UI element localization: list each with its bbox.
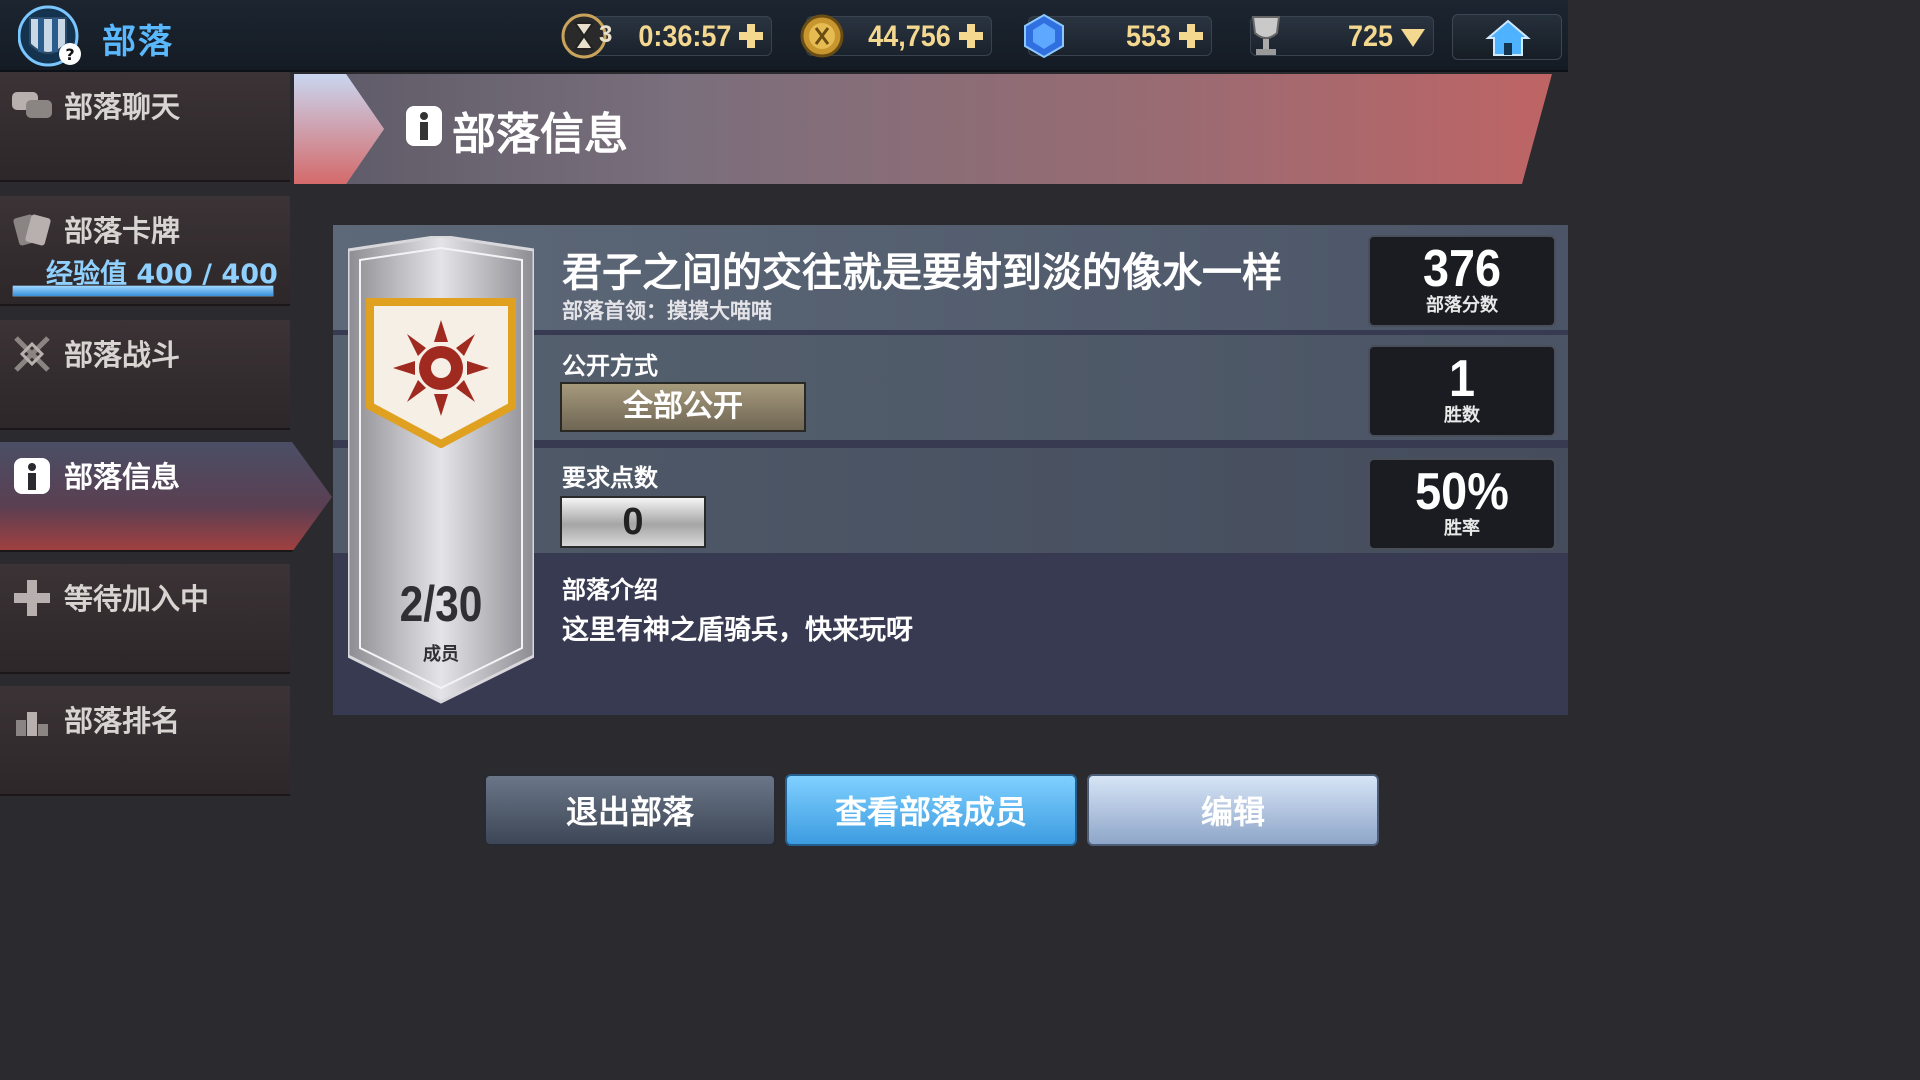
wins-value: 1 xyxy=(1448,350,1476,408)
gold-resource: 44,756 xyxy=(800,14,992,58)
exp-progress-bar xyxy=(12,285,274,297)
sidebar-item-label: 部落卡牌 xyxy=(64,214,181,248)
crossed-swords-icon xyxy=(14,336,50,372)
trophy-value: 725 xyxy=(1347,20,1393,53)
chevron-down-icon[interactable] xyxy=(1399,21,1427,51)
add-time-button[interactable] xyxy=(737,21,765,51)
member-count: 2/30 xyxy=(399,576,483,632)
clan-shield-icon[interactable]: ? xyxy=(18,4,82,68)
svg-text:?: ? xyxy=(65,45,74,64)
sidebar-item-clan-ranking[interactable]: 部落排名 xyxy=(0,686,290,796)
cards-icon xyxy=(13,214,51,246)
exp-progress-fill xyxy=(13,286,273,296)
sidebar-item-clan-battle[interactable]: 部落战斗 xyxy=(0,320,290,430)
sidebar-item-label: 部落战斗 xyxy=(64,338,181,372)
clan-emblem-sun-icon xyxy=(366,298,516,448)
trophy-icon xyxy=(1251,16,1281,55)
gem-resource: 553 xyxy=(1024,13,1212,59)
view-members-button[interactable]: 查看部落成员 xyxy=(785,774,1077,846)
clan-name: 君子之间的交往就是要射到淡的像水一样 xyxy=(562,250,1282,296)
home-button[interactable] xyxy=(1452,14,1562,60)
sidebar-item-pending[interactable]: 等待加入中 xyxy=(0,564,290,674)
sidebar-item-label: 部落排名 xyxy=(64,704,181,738)
open-mode-label: 公开方式 xyxy=(562,352,658,380)
edit-button[interactable]: 编辑 xyxy=(1087,774,1379,846)
sidebar-item-clan-chat[interactable]: 部落聊天 xyxy=(0,72,290,182)
open-mode-select[interactable]: 全部公开 xyxy=(560,382,806,432)
timer-resource: 3 0:36:57 xyxy=(561,13,772,59)
required-points-field[interactable]: 0 xyxy=(560,496,706,548)
clan-score-value: 376 xyxy=(1422,240,1502,298)
gold-coin-icon xyxy=(800,14,844,58)
timer-count: 3 xyxy=(599,21,613,48)
wins-box: 1 胜数 xyxy=(1368,345,1556,437)
plus-icon xyxy=(14,580,50,616)
blue-gem-icon xyxy=(1024,13,1064,59)
sidebar-item-clan-info[interactable]: 部落信息 xyxy=(0,442,332,552)
info-icon xyxy=(406,106,442,146)
win-rate-value: 50% xyxy=(1415,463,1509,521)
header-chevron-decoration xyxy=(294,74,384,184)
gem-value: 553 xyxy=(1125,20,1171,53)
sidebar: 部落聊天 部落卡牌 经验值 400 / 400 部落战斗 部落信息 等待加入中 … xyxy=(0,72,332,882)
add-gold-button[interactable] xyxy=(957,21,985,51)
section-title: 部落信息 xyxy=(452,109,628,160)
podium-icon xyxy=(16,712,48,736)
clan-score-box: 376 部落分数 xyxy=(1368,235,1556,327)
win-rate-label: 胜率 xyxy=(1444,518,1480,539)
home-icon xyxy=(1485,19,1531,56)
page-title: 部落 xyxy=(102,22,174,62)
member-label: 成员 xyxy=(423,644,459,665)
required-points-label: 要求点数 xyxy=(562,464,658,492)
sidebar-item-label: 等待加入中 xyxy=(64,582,210,616)
wins-label: 胜数 xyxy=(1444,405,1480,426)
win-rate-box: 50% 胜率 xyxy=(1368,458,1556,550)
chat-bubbles-icon xyxy=(12,92,52,118)
timer-value: 0:36:57 xyxy=(637,20,731,53)
clan-leader: 部落首领：摸摸大喵喵 xyxy=(562,299,772,323)
gold-value: 44,756 xyxy=(868,20,951,53)
leave-clan-button[interactable]: 退出部落 xyxy=(484,774,776,846)
add-gem-button[interactable] xyxy=(1177,21,1205,51)
clan-score-label: 部落分数 xyxy=(1426,295,1498,316)
top-bar: ? 部落 3 0:36:57 44,756 553 725 xyxy=(0,0,1568,72)
clan-intro-text: 这里有神之盾骑兵，快来玩呀 xyxy=(562,615,913,646)
sidebar-item-label: 部落聊天 xyxy=(64,90,181,124)
trophy-resource: 725 xyxy=(1250,16,1434,56)
clan-intro-label: 部落介绍 xyxy=(562,576,658,604)
info-icon xyxy=(14,458,50,494)
sidebar-item-label: 部落信息 xyxy=(64,460,181,494)
